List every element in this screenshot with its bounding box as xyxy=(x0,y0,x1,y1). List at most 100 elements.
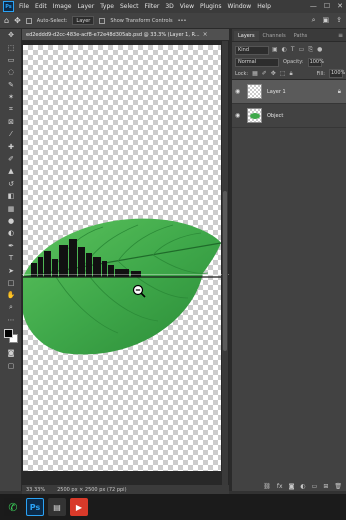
filter-shape-icon[interactable]: ▭ xyxy=(299,46,305,54)
color-swatches[interactable] xyxy=(4,329,18,343)
opacity-input[interactable]: 100% xyxy=(307,57,324,67)
menu-select[interactable]: Select xyxy=(120,3,139,10)
share-icon[interactable]: ⇪ xyxy=(336,16,342,25)
tab-channels[interactable]: Channels xyxy=(259,31,290,41)
layer-name[interactable]: Layer 1 xyxy=(267,89,286,95)
blend-mode-dropdown[interactable]: Normal xyxy=(235,57,279,67)
new-layer-icon[interactable]: ⊞ xyxy=(323,483,328,490)
lock-position-icon[interactable]: ✥ xyxy=(271,70,276,78)
lock-artboard-icon[interactable]: ⬚ xyxy=(280,70,286,78)
more-options-button[interactable]: ••• xyxy=(178,18,187,24)
fill-input[interactable]: 100% xyxy=(329,69,345,78)
document-canvas[interactable] xyxy=(23,45,221,471)
filter-pixel-icon[interactable]: ▣ xyxy=(272,46,278,54)
panel-menu-icon[interactable]: ≡ xyxy=(338,32,343,39)
artboard-tool-icon[interactable]: ⬚ xyxy=(0,41,22,53)
visibility-eye-icon[interactable]: ◉ xyxy=(235,88,242,95)
move-tool-icon[interactable]: ✥ xyxy=(0,29,22,41)
clone-stamp-tool-icon[interactable]: ▲ xyxy=(0,165,22,177)
filter-toggle-icon[interactable]: ● xyxy=(317,46,322,54)
photoshop-logo-icon[interactable]: Ps xyxy=(3,1,14,12)
lasso-tool-icon[interactable]: ◌ xyxy=(0,66,22,78)
menu-help[interactable]: Help xyxy=(257,3,271,10)
filter-type-icon[interactable]: T xyxy=(291,46,295,54)
brush-tool-icon[interactable]: ✐ xyxy=(0,153,22,165)
menu-window[interactable]: Window xyxy=(228,3,252,10)
delete-layer-icon[interactable]: 🗑︎ xyxy=(334,483,342,490)
status-doc-info[interactable]: 2500 px × 2500 px (72 ppi) xyxy=(57,487,126,493)
document-close-icon[interactable]: × xyxy=(203,31,208,38)
workspace-icon[interactable]: ▣ xyxy=(323,16,330,25)
menu-layer[interactable]: Layer xyxy=(77,3,94,10)
quick-select-tool-icon[interactable]: ✎ xyxy=(0,79,22,91)
pen-tool-icon[interactable]: ✒ xyxy=(0,240,22,252)
foreground-color-swatch[interactable] xyxy=(4,329,13,338)
menu-3d[interactable]: 3D xyxy=(165,3,173,10)
path-select-tool-icon[interactable]: ➤ xyxy=(0,264,22,276)
tab-layers[interactable]: Layers xyxy=(234,31,259,41)
status-zoom[interactable]: 33.33% xyxy=(26,487,45,493)
gradient-tool-icon[interactable]: ▦ xyxy=(0,202,22,214)
visibility-eye-icon[interactable]: ◉ xyxy=(235,112,242,119)
add-mask-icon[interactable]: ◙ xyxy=(289,483,295,490)
new-group-icon[interactable]: ▭ xyxy=(312,483,318,490)
auto-select-dropdown[interactable]: Layer xyxy=(72,16,95,25)
media-app-icon[interactable]: ▶ xyxy=(70,498,88,516)
magic-wand-tool-icon[interactable]: ✶ xyxy=(0,91,22,103)
type-tool-icon[interactable]: T xyxy=(0,252,22,264)
search-icon[interactable]: ⌕ xyxy=(312,16,316,25)
zoom-tool-icon[interactable]: ⌕ xyxy=(0,302,22,314)
adjustment-layer-icon[interactable]: ◐ xyxy=(300,483,305,490)
show-transform-checkbox[interactable] xyxy=(99,17,106,24)
layer-row-object[interactable]: ◉ Object xyxy=(232,104,346,128)
menu-edit[interactable]: Edit xyxy=(35,3,47,10)
dodge-tool-icon[interactable]: ◐ xyxy=(0,227,22,239)
layer-name[interactable]: Object xyxy=(267,113,283,119)
vertical-scrollbar[interactable] xyxy=(222,41,228,485)
blur-tool-icon[interactable]: ● xyxy=(0,215,22,227)
healing-brush-tool-icon[interactable]: ✚ xyxy=(0,141,22,153)
eraser-tool-icon[interactable]: ◧ xyxy=(0,190,22,202)
menu-filter[interactable]: Filter xyxy=(145,3,160,10)
photoshop-taskbar-icon[interactable]: Ps xyxy=(26,498,44,516)
more-tools-icon[interactable]: ⋯ xyxy=(0,314,22,326)
screen-mode-icon[interactable]: ▢ xyxy=(0,360,22,372)
auto-select-checkbox[interactable] xyxy=(25,17,32,24)
eyedropper-tool-icon[interactable]: ⁄ xyxy=(0,128,22,140)
tab-paths[interactable]: Paths xyxy=(290,31,312,41)
vertical-scrollbar-thumb[interactable] xyxy=(223,191,227,351)
maximize-icon[interactable]: ☐ xyxy=(324,2,330,10)
lock-transparency-icon[interactable]: ▦ xyxy=(252,70,258,78)
menu-view[interactable]: View xyxy=(180,3,194,10)
rectangle-tool-icon[interactable]: □ xyxy=(0,277,22,289)
menu-type[interactable]: Type xyxy=(100,3,114,10)
hand-tool-icon[interactable]: ✋ xyxy=(0,289,22,301)
menu-plugins[interactable]: Plugins xyxy=(200,3,222,10)
lock-pixels-icon[interactable]: ✐ xyxy=(262,70,267,78)
crop-tool-icon[interactable]: ⌗ xyxy=(0,103,22,115)
whatsapp-icon[interactable]: ✆ xyxy=(4,498,22,516)
kind-filter-dropdown[interactable]: Kind xyxy=(235,45,269,55)
document-tab[interactable]: ed2eddd9-d2cc-483e-acf8-e72e48d305ab.psd… xyxy=(22,29,229,41)
file-explorer-icon[interactable]: ▤ xyxy=(48,498,66,516)
layer-row-layer-1[interactable]: ◉ Layer 1 🔒︎ xyxy=(232,80,346,104)
menu-items: File Edit Image Layer Type Select Filter… xyxy=(19,3,277,10)
history-brush-tool-icon[interactable]: ↺ xyxy=(0,178,22,190)
canvas-area[interactable] xyxy=(22,41,229,485)
move-tool-icon[interactable]: ✥ xyxy=(14,16,21,25)
leaf-city-artwork xyxy=(23,218,221,355)
filter-smart-object-icon[interactable]: ⎘ xyxy=(308,46,313,54)
lock-all-icon[interactable]: 🔒︎ xyxy=(290,70,293,78)
close-icon[interactable]: ✕ xyxy=(337,2,343,10)
menu-image[interactable]: Image xyxy=(53,3,72,10)
marquee-tool-icon[interactable]: ▭ xyxy=(0,54,22,66)
layer-style-icon[interactable]: fx xyxy=(277,483,283,490)
frame-tool-icon[interactable]: ⊠ xyxy=(0,116,22,128)
options-right-icons: ⌕ ▣ ⇪ xyxy=(312,16,342,25)
home-icon[interactable]: ⌂ xyxy=(4,16,9,25)
menu-file[interactable]: File xyxy=(19,3,29,10)
link-layers-icon[interactable]: ⛓ xyxy=(263,483,271,490)
quick-mask-icon[interactable]: ◙ xyxy=(0,347,22,359)
filter-adjustment-icon[interactable]: ◐ xyxy=(282,46,287,54)
minimize-icon[interactable]: — xyxy=(310,2,317,10)
